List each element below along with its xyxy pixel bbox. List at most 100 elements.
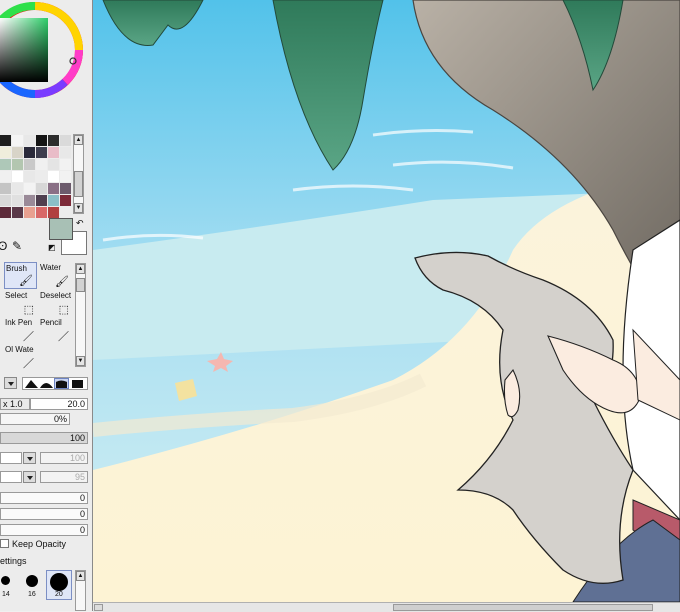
- tool-oil-water[interactable]: Ol Wate ／: [4, 344, 37, 371]
- color-swatch[interactable]: [60, 171, 71, 182]
- tool-oil-water-label: Ol Wate: [5, 345, 34, 354]
- min-size-slider[interactable]: 0%: [0, 413, 70, 425]
- color-swatch-grid[interactable]: [0, 134, 72, 218]
- tool-pencil[interactable]: Pencil ／: [39, 317, 72, 344]
- color-swatch[interactable]: [12, 207, 23, 218]
- tool-select[interactable]: Select ⬚: [4, 290, 37, 317]
- color-swatch[interactable]: [12, 147, 23, 158]
- color-swatch[interactable]: [12, 195, 23, 206]
- brush-size-scrollbar[interactable]: ▲: [75, 570, 86, 611]
- color-swatch[interactable]: [0, 195, 11, 206]
- shape-square-icon[interactable]: [71, 379, 84, 388]
- color-swatch[interactable]: [36, 207, 47, 218]
- color-swatch[interactable]: [0, 183, 11, 194]
- texture-select[interactable]: [0, 452, 22, 464]
- color-swatch[interactable]: [0, 207, 11, 218]
- texture-dropdown-button[interactable]: [23, 452, 36, 464]
- color-swatch[interactable]: [48, 171, 59, 182]
- scroll-thumb[interactable]: [393, 604, 653, 611]
- size-multiplier-dropdown[interactable]: x 1.0: [0, 398, 30, 410]
- tool-pencil-label: Pencil: [40, 318, 62, 327]
- lasso-icon[interactable]: ʘ: [0, 239, 7, 253]
- blending-dropdown-button[interactable]: [23, 471, 36, 483]
- color-swatch[interactable]: [0, 135, 11, 146]
- scroll-down-icon[interactable]: ▼: [74, 203, 83, 213]
- density-slider[interactable]: 100: [0, 432, 88, 444]
- blend-mode-dropdown[interactable]: [4, 377, 17, 389]
- advanced-settings-label[interactable]: ettings: [0, 556, 27, 566]
- drawing-canvas[interactable]: [93, 0, 680, 602]
- color-wheel[interactable]: [0, 0, 84, 118]
- color-swatch[interactable]: [36, 195, 47, 206]
- color-swatch[interactable]: [48, 135, 59, 146]
- eyedropper-icon[interactable]: ✎: [12, 239, 22, 253]
- color-swatch[interactable]: [24, 135, 35, 146]
- blending-strength-field[interactable]: 95: [40, 471, 88, 483]
- keep-opacity-checkbox[interactable]: [0, 539, 9, 548]
- tool-deselect[interactable]: Deselect ⬚: [39, 290, 72, 317]
- color-swatch[interactable]: [12, 135, 23, 146]
- color-swatch[interactable]: [60, 183, 71, 194]
- color-swatch[interactable]: [36, 147, 47, 158]
- scroll-up-icon[interactable]: ▲: [76, 264, 85, 274]
- shape-flat-icon[interactable]: [54, 378, 69, 389]
- pen-icon: ／: [23, 331, 34, 343]
- tool-water[interactable]: Water 🖌: [39, 262, 72, 289]
- shape-soft-icon[interactable]: [40, 379, 53, 388]
- transparent-color-icon[interactable]: ◩: [48, 243, 56, 252]
- color-swatch[interactable]: [60, 195, 71, 206]
- color-swatch[interactable]: [60, 159, 71, 170]
- brush-size-selected[interactable]: 20: [46, 570, 72, 600]
- color-swatch[interactable]: [48, 195, 59, 206]
- scroll-left-icon[interactable]: [94, 604, 103, 611]
- color-swatch[interactable]: [12, 183, 23, 194]
- persistence-slider[interactable]: 0: [0, 524, 88, 536]
- color-swatch[interactable]: [24, 195, 35, 206]
- texture-strength-field[interactable]: 100: [40, 452, 88, 464]
- color-swatch[interactable]: [48, 183, 59, 194]
- scroll-up-icon[interactable]: ▲: [74, 135, 83, 145]
- scroll-down-icon[interactable]: ▼: [76, 356, 85, 366]
- swatch-scrollbar[interactable]: ▲ ▼: [73, 134, 84, 214]
- scroll-thumb[interactable]: [76, 278, 85, 292]
- color-swatch[interactable]: [12, 171, 23, 182]
- color-swatch[interactable]: [48, 159, 59, 170]
- color-swatch[interactable]: [24, 207, 35, 218]
- color-swatch[interactable]: [0, 147, 11, 158]
- brush-size-dot[interactable]: [1, 576, 10, 585]
- color-swatch[interactable]: [60, 147, 71, 158]
- brush-size-label: 16: [28, 591, 36, 598]
- color-swatch[interactable]: [60, 135, 71, 146]
- color-swatch[interactable]: [0, 171, 11, 182]
- color-swatch[interactable]: [36, 171, 47, 182]
- brush-shape-selector[interactable]: [22, 377, 88, 390]
- color-swatch[interactable]: [36, 135, 47, 146]
- tool-ink-pen[interactable]: Ink Pen ／: [4, 317, 37, 344]
- scroll-thumb[interactable]: [74, 171, 83, 197]
- tool-brush[interactable]: Brush 🖌: [4, 262, 37, 289]
- tool-brush-label: Brush: [6, 264, 27, 273]
- foreground-color-box[interactable]: [49, 218, 73, 240]
- color-swatch[interactable]: [24, 159, 35, 170]
- color-swatch[interactable]: [12, 159, 23, 170]
- swap-colors-icon[interactable]: ↶: [76, 218, 84, 229]
- color-swatch[interactable]: [36, 183, 47, 194]
- color-swatch[interactable]: [24, 183, 35, 194]
- color-swatch[interactable]: [24, 147, 35, 158]
- color-swatch[interactable]: [48, 147, 59, 158]
- scroll-up-icon[interactable]: ▲: [76, 571, 85, 581]
- shape-sharp-icon[interactable]: [25, 379, 38, 388]
- tool-scrollbar[interactable]: ▲ ▼: [75, 263, 86, 367]
- brush-size-field[interactable]: 20.0: [30, 398, 88, 410]
- color-swatch[interactable]: [24, 171, 35, 182]
- blending-slider[interactable]: 0: [0, 492, 88, 504]
- dilution-slider[interactable]: 0: [0, 508, 88, 520]
- brush-size-dot[interactable]: [26, 575, 38, 587]
- brush-size-label: 14: [2, 591, 10, 598]
- color-swatch[interactable]: [36, 159, 47, 170]
- deselect-icon: ⬚: [58, 304, 69, 316]
- blending-select[interactable]: [0, 471, 22, 483]
- color-swatch[interactable]: [48, 207, 59, 218]
- color-swatch[interactable]: [0, 159, 11, 170]
- tool-panel: ▲ ▼ ↶ ◩ ʘ ✎ Brush 🖌 Water 🖌 Select ⬚ Des…: [0, 0, 93, 611]
